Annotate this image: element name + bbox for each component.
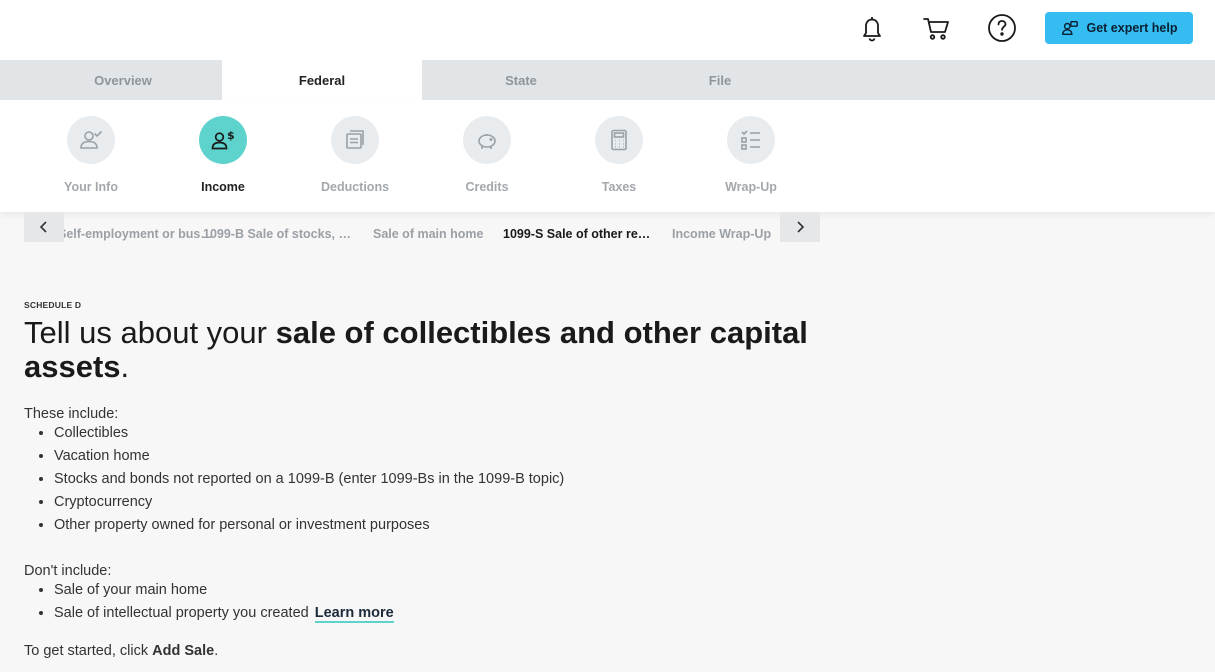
step-taxes[interactable]: Taxes [569,116,669,194]
start-instruction: To get started, click Add Sale. [24,643,824,659]
cart-icon[interactable] [918,10,954,46]
step-label: Taxes [601,180,637,194]
step-label: Deductions [320,180,390,194]
exclude-list: Sale of your main home Sale of intellect… [24,579,824,625]
tab-overview[interactable]: Overview [24,60,222,100]
learn-more-link[interactable]: Learn more [314,605,394,623]
bell-icon[interactable] [854,10,890,46]
person-dollar-icon: $ [199,116,247,164]
breadcrumb-track: Self-employment or bus… 1099-B Sale of s… [64,212,780,242]
topic-breadcrumb-bar: Self-employment or bus… 1099-B Sale of s… [24,212,820,242]
person-check-icon [67,116,115,164]
list-item-text: Sale of intellectual property you create… [54,605,309,621]
start-prefix: To get started, click [24,643,153,659]
list-item: Cryptocurrency [54,491,824,514]
chevron-left-icon [39,221,47,233]
main-tabs: Overview Federal State File [0,60,1215,100]
step-label: Income [201,180,245,194]
step-credits[interactable]: Credits [437,116,537,194]
include-heading: These include: [24,406,119,422]
step-label: Your Info [64,180,118,194]
piggy-bank-icon [463,116,511,164]
start-suffix: . [214,643,219,659]
scroll-right-button[interactable] [780,212,820,242]
receipt-icon [331,116,379,164]
list-item: Collectibles [54,422,824,445]
step-deductions[interactable]: Deductions [305,116,405,194]
tab-file[interactable]: File [620,60,820,100]
crumb-1099-s[interactable]: 1099-S Sale of other re… [503,227,650,241]
help-icon[interactable] [984,10,1020,46]
scroll-left-button[interactable] [24,212,64,242]
list-item: Sale of intellectual property you create… [54,602,824,625]
top-header: Get expert help [0,0,1215,60]
step-label: Credits [465,180,509,194]
page-title: Tell us about your sale of collectibles … [24,316,824,384]
list-item: Sale of your main home [54,579,824,602]
chevron-right-icon [797,221,805,233]
start-emphasis: Add Sale [152,643,215,659]
main-content: SCHEDULE D Tell us about your sale of co… [24,300,824,659]
step-wrap-up[interactable]: Wrap-Up [701,116,801,194]
crumb-1099-b[interactable]: 1099-B Sale of stocks, … [203,227,351,241]
list-item: Vacation home [54,445,824,468]
calculator-icon [595,116,643,164]
crumb-income-wrap-up[interactable]: Income Wrap-Up [672,227,771,241]
crumb-sale-main-home[interactable]: Sale of main home [373,227,483,241]
step-label: Wrap-Up [725,180,777,194]
expert-icon [1061,20,1078,36]
step-nav: Your Info $ Income Deductions Credits Ta… [0,100,1215,212]
get-expert-help-button[interactable]: Get expert help [1045,12,1193,44]
title-suffix: . [120,349,130,384]
list-item: Stocks and bonds not reported on a 1099-… [54,468,824,491]
exclude-heading: Don't include: [24,563,112,579]
form-eyebrow: SCHEDULE D [24,300,82,310]
svg-text:$: $ [227,129,235,142]
checklist-icon [727,116,775,164]
step-your-info[interactable]: Your Info [41,116,141,194]
tab-state[interactable]: State [422,60,620,100]
title-prefix: Tell us about your [24,315,276,350]
tab-federal[interactable]: Federal [222,60,422,100]
list-item: Other property owned for personal or inv… [54,514,824,537]
include-list: Collectibles Vacation home Stocks and bo… [24,422,824,537]
crumb-self-employment[interactable]: Self-employment or bus… [64,227,213,241]
step-income[interactable]: $ Income [173,116,273,194]
expert-button-label: Get expert help [1086,21,1178,35]
